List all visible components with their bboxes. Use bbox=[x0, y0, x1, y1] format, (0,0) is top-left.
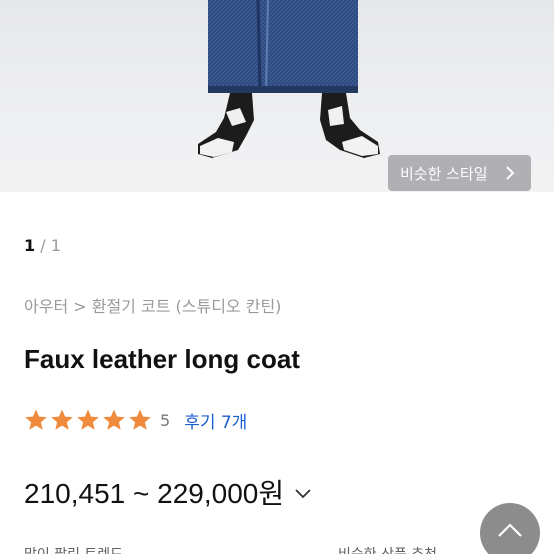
similar-style-label: 비슷한 스타일 bbox=[400, 164, 488, 183]
chevron-right-icon bbox=[506, 166, 515, 180]
price-range: 210,451 ~ 229,000원 bbox=[24, 478, 285, 509]
pager-total: 1 bbox=[50, 236, 61, 255]
similar-style-button[interactable]: 비슷한 스타일 bbox=[388, 155, 531, 191]
pager-separator: / bbox=[40, 236, 46, 255]
star-icon bbox=[25, 409, 47, 430]
scroll-to-top-button[interactable] bbox=[480, 503, 540, 554]
star-icon bbox=[103, 409, 125, 430]
rating-score: 5 bbox=[160, 410, 171, 430]
star-icon bbox=[51, 409, 73, 430]
price-selector[interactable]: 210,451 ~ 229,000원 bbox=[24, 472, 314, 512]
image-pager: 1 / 1 bbox=[24, 236, 61, 255]
star-icon bbox=[77, 409, 99, 430]
chevron-up-icon bbox=[498, 523, 522, 537]
product-title: Faux leather long coat bbox=[24, 344, 300, 374]
review-count-link[interactable]: 후기 7개 bbox=[184, 408, 247, 433]
breadcrumb[interactable]: 아우터 > 환절기 코트 (스튜디오 칸틴) bbox=[24, 293, 281, 317]
product-image[interactable]: 비슷한 스타일 bbox=[0, 0, 554, 192]
star-rating bbox=[24, 408, 152, 432]
chevron-down-icon bbox=[295, 489, 311, 499]
footer-partial-right: 비슷한 상품 추천 bbox=[338, 544, 437, 554]
rating-row: 5 후기 7개 bbox=[24, 407, 247, 433]
footer-partial-left: 많이 팔린 트렌드 bbox=[24, 544, 123, 554]
star-icon bbox=[129, 409, 151, 430]
pager-current: 1 bbox=[24, 236, 36, 255]
